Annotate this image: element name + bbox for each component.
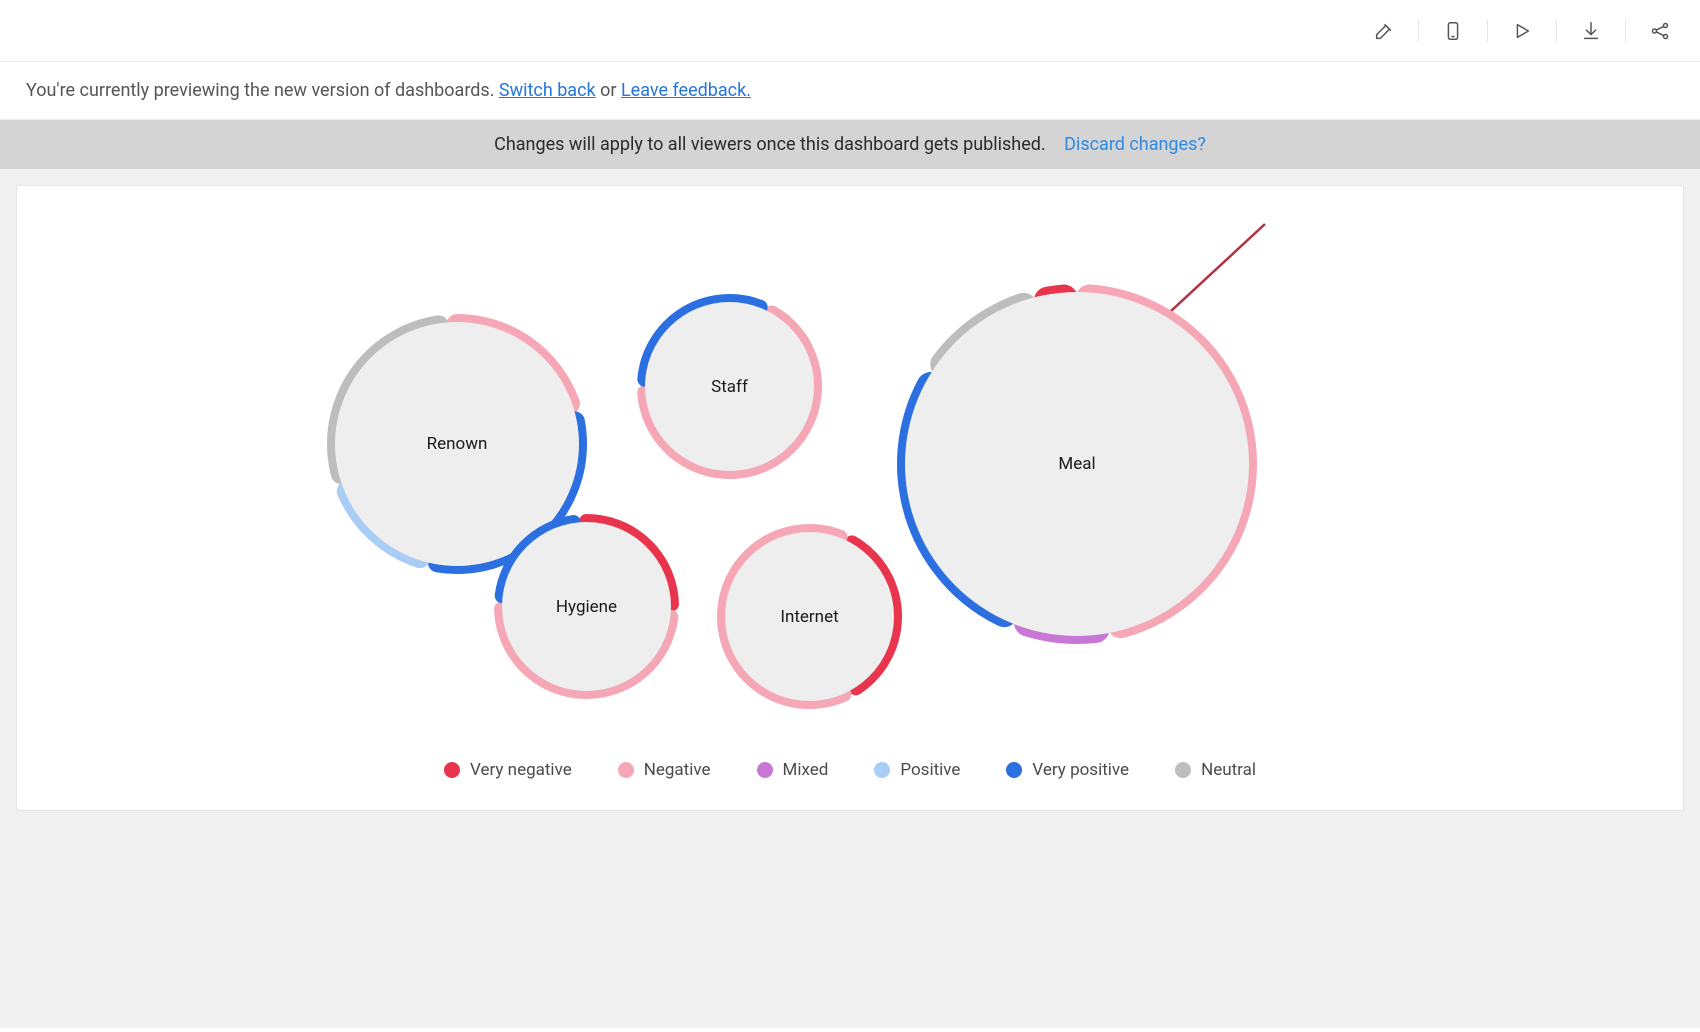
switch-back-link[interactable]: Switch back xyxy=(499,80,596,101)
unpublished-bar: Changes will apply to all viewers once t… xyxy=(0,120,1700,169)
legend-item-neutral[interactable]: Neutral xyxy=(1175,760,1256,780)
chart-card: MealRenownStaffHygieneInternet Very nega… xyxy=(16,185,1684,811)
legend-label: Negative xyxy=(644,760,711,780)
donut-hygiene[interactable]: Hygiene xyxy=(494,514,679,699)
swatch-neutral xyxy=(1175,762,1191,778)
share-icon[interactable] xyxy=(1644,15,1676,47)
toolbar-separator xyxy=(1556,20,1557,42)
legend-label: Neutral xyxy=(1201,760,1256,780)
swatch-very-positive xyxy=(1006,762,1022,778)
swatch-very-negative xyxy=(444,762,460,778)
legend-label: Positive xyxy=(900,760,960,780)
donut-label: Staff xyxy=(645,302,814,471)
annotation-arrow xyxy=(57,214,58,215)
legend-item-positive[interactable]: Positive xyxy=(874,760,960,780)
donut-staff[interactable]: Staff xyxy=(637,294,822,479)
legend-item-very-negative[interactable]: Very negative xyxy=(444,760,572,780)
swatch-mixed xyxy=(757,762,773,778)
swatch-positive xyxy=(874,762,890,778)
page-body: Changes will apply to all viewers once t… xyxy=(0,120,1700,1028)
donut-plot-area: MealRenownStaffHygieneInternet xyxy=(57,214,1643,754)
preview-banner: You're currently previewing the new vers… xyxy=(0,62,1700,120)
donut-internet[interactable]: Internet xyxy=(717,524,902,709)
legend-item-negative[interactable]: Negative xyxy=(618,760,711,780)
donut-label: Meal xyxy=(905,292,1249,636)
legend: Very negative Negative Mixed Positive Ve… xyxy=(57,760,1643,780)
unpublished-message: Changes will apply to all viewers once t… xyxy=(494,134,1046,155)
download-icon[interactable] xyxy=(1575,15,1607,47)
preview-banner-text: You're currently previewing the new vers… xyxy=(26,80,499,101)
swatch-negative xyxy=(618,762,634,778)
discard-changes-link[interactable]: Discard changes? xyxy=(1064,134,1206,155)
legend-item-very-positive[interactable]: Very positive xyxy=(1006,760,1129,780)
toolbar-separator xyxy=(1625,20,1626,42)
legend-label: Very positive xyxy=(1032,760,1129,780)
donut-label: Hygiene xyxy=(502,522,671,691)
leave-feedback-link[interactable]: Leave feedback. xyxy=(621,80,751,101)
preview-banner-or: or xyxy=(600,80,621,101)
toolbar-separator xyxy=(1487,20,1488,42)
play-icon[interactable] xyxy=(1506,15,1538,47)
donut-label: Internet xyxy=(725,532,894,701)
mobile-icon[interactable] xyxy=(1437,15,1469,47)
legend-label: Very negative xyxy=(470,760,572,780)
legend-item-mixed[interactable]: Mixed xyxy=(757,760,829,780)
edit-icon[interactable] xyxy=(1368,15,1400,47)
top-toolbar xyxy=(0,0,1700,62)
legend-label: Mixed xyxy=(783,760,829,780)
toolbar-separator xyxy=(1418,20,1419,42)
donut-meal[interactable]: Meal xyxy=(897,284,1257,644)
